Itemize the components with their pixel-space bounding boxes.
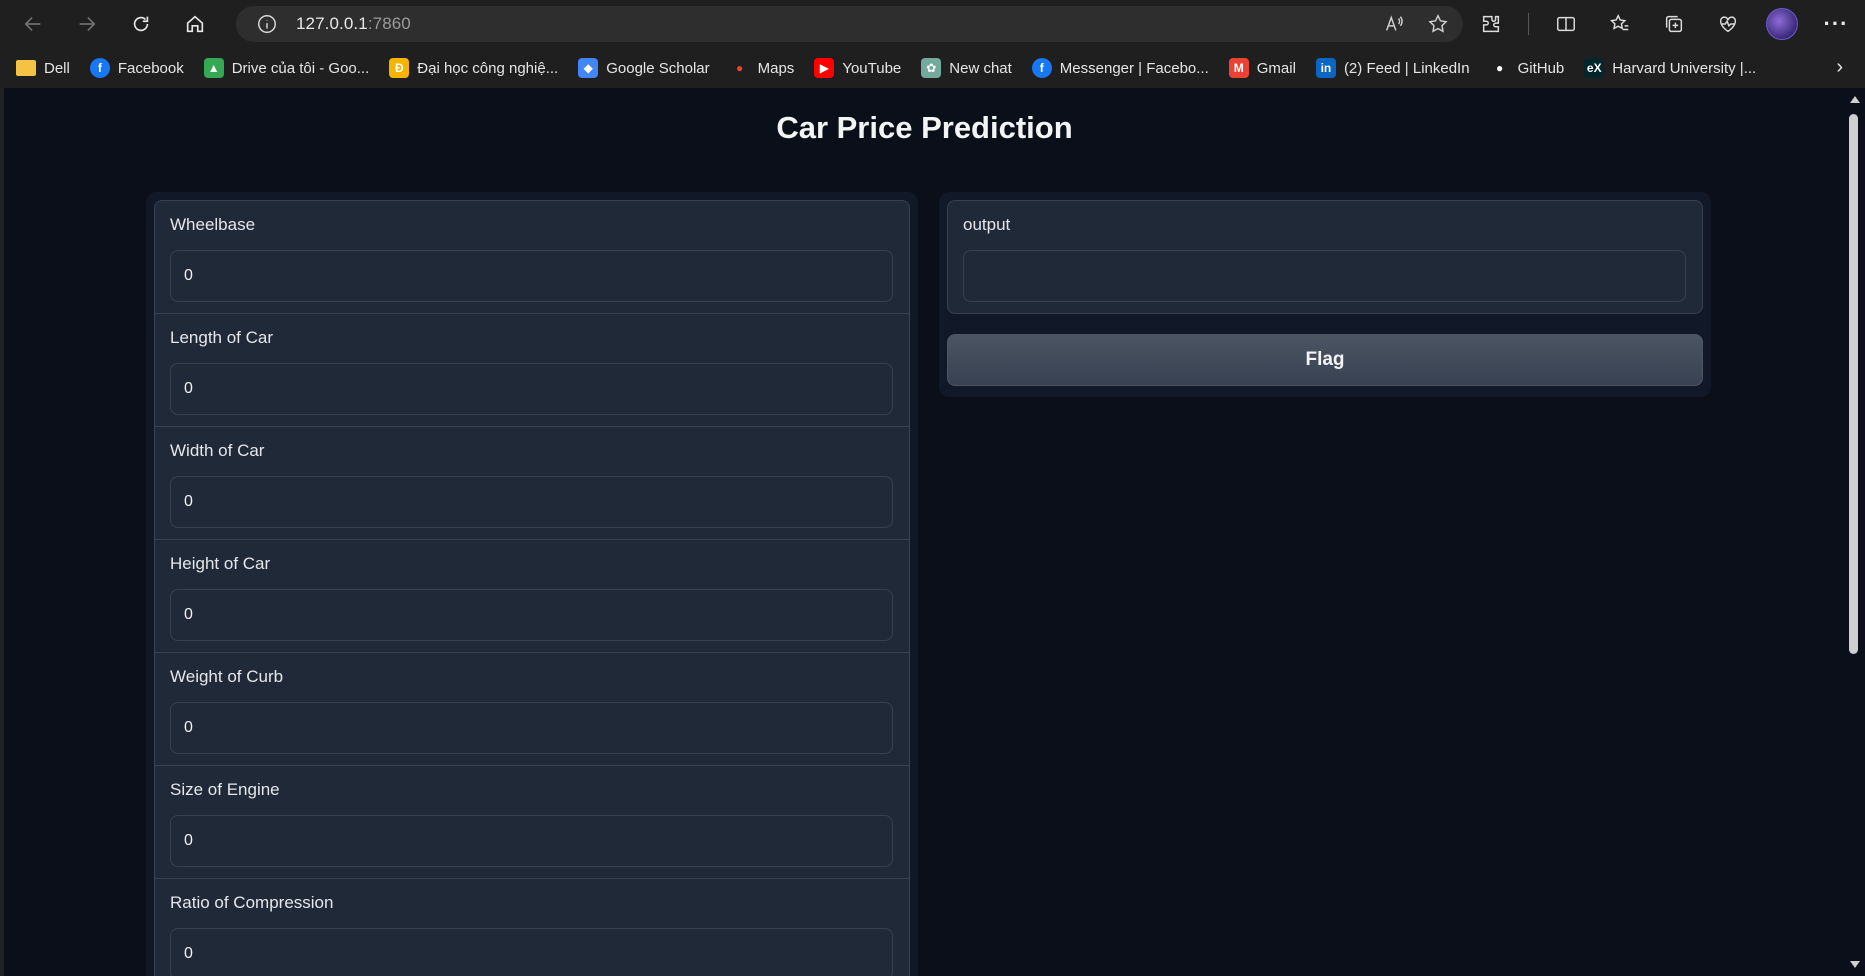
bookmark-item[interactable]: ✿ New chat	[921, 58, 1012, 78]
browser-essentials-icon[interactable]	[1711, 13, 1745, 35]
bookmark-label: Gmail	[1256, 59, 1296, 77]
edx-icon: eX	[1584, 58, 1605, 78]
bookmark-item[interactable]: f Facebook	[89, 58, 184, 78]
number-input[interactable]	[170, 250, 893, 302]
bookmark-item[interactable]: Đ Đại học công nghiệ...	[389, 58, 558, 78]
output-label: output	[963, 215, 1011, 234]
page-viewport: Car Price Prediction Wheelbase Length of …	[4, 88, 1845, 976]
number-field: Wheelbase	[154, 200, 910, 313]
home-icon[interactable]	[174, 3, 216, 45]
bookmark-label: (2) Feed | LinkedIn	[1343, 59, 1470, 77]
scrollbar-thumb[interactable]	[1849, 114, 1858, 654]
bookmark-item[interactable]: eX Harvard University |...	[1584, 58, 1756, 78]
inputs-panel: Wheelbase Length of Car Width of Car Height…	[146, 192, 918, 976]
scrollbar[interactable]	[1845, 88, 1865, 976]
youtube-icon: ▶	[814, 58, 835, 78]
bookmark-item[interactable]: Dell	[16, 60, 70, 77]
bookmark-label: GitHub	[1517, 59, 1565, 77]
outputs-panel: output Flag	[939, 192, 1711, 397]
collections-icon[interactable]	[1657, 13, 1691, 35]
read-aloud-icon[interactable]	[1383, 13, 1405, 35]
bookmark-label: Harvard University |...	[1612, 59, 1757, 77]
bookmark-item[interactable]: M Gmail	[1228, 58, 1296, 78]
number-input[interactable]	[170, 928, 893, 976]
field-label: Width of Car	[170, 441, 265, 460]
more-options-icon[interactable]: ···	[1819, 11, 1853, 37]
number-field: Weight of Curb	[154, 652, 910, 765]
field-label: Size of Engine	[170, 780, 280, 799]
scroll-up-icon[interactable]	[1850, 96, 1860, 103]
number-input[interactable]	[170, 363, 893, 415]
number-field: Length of Car	[154, 313, 910, 426]
folder-icon	[16, 60, 36, 76]
number-field: Width of Car	[154, 426, 910, 539]
bookmark-item[interactable]: ▲ Drive của tôi - Goo...	[203, 58, 370, 78]
bookmarks-bar: Dell f Facebook ▲ Drive của tôi - Goo... Đ Đại…	[0, 48, 1865, 88]
number-input[interactable]	[170, 815, 893, 867]
number-input[interactable]	[170, 476, 893, 528]
maps-icon: ●	[736, 61, 744, 75]
output-textbox[interactable]	[963, 250, 1686, 302]
bookmark-label: Dell	[44, 59, 70, 77]
bookmark-item[interactable]: in (2) Feed | LinkedIn	[1315, 58, 1470, 78]
field-label: Length of Car	[170, 328, 274, 347]
url-text[interactable]: 127.0.0.1:7860	[296, 14, 411, 34]
university-icon: Đ	[389, 58, 410, 78]
field-label: Ratio of Compression	[170, 893, 334, 912]
facebook-icon: f	[1031, 58, 1052, 78]
bookmark-label: Google Scholar	[606, 59, 710, 77]
address-bar[interactable]: 127.0.0.1:7860	[236, 6, 1463, 42]
bookmark-label: Drive của tôi - Goo...	[231, 59, 370, 77]
linkedin-icon: in	[1315, 58, 1336, 78]
flag-button[interactable]: Flag	[947, 334, 1703, 386]
google-drive-icon: ▲	[203, 58, 224, 78]
site-info-icon[interactable]	[256, 13, 278, 35]
bookmark-label: Maps	[757, 59, 795, 77]
number-field: Ratio of Compression	[154, 878, 910, 976]
bookmark-item[interactable]: ◆ Google Scholar	[578, 58, 710, 78]
bookmark-label: Messenger | Facebo...	[1059, 59, 1209, 77]
favorite-star-icon[interactable]	[1427, 13, 1449, 35]
bookmark-label: Facebook	[117, 59, 184, 77]
toolbar-separator	[1528, 13, 1529, 35]
output-field: output	[947, 200, 1703, 314]
profile-avatar[interactable]	[1765, 8, 1799, 40]
bookmark-label: Đại học công nghiệ...	[417, 59, 559, 77]
extensions-icon[interactable]	[1474, 13, 1508, 35]
refresh-icon[interactable]	[120, 3, 162, 45]
github-icon: ●	[1495, 61, 1504, 75]
bookmark-label: New chat	[949, 59, 1012, 77]
split-screen-icon[interactable]	[1549, 13, 1583, 35]
number-input[interactable]	[170, 589, 893, 641]
field-label: Weight of Curb	[170, 667, 284, 686]
bookmarks-overflow-chevron-icon[interactable]: ›	[1836, 56, 1843, 79]
google-scholar-icon: ◆	[578, 58, 599, 78]
number-field: Size of Engine	[154, 765, 910, 878]
number-field: Height of Car	[154, 539, 910, 652]
scroll-down-icon[interactable]	[1850, 961, 1860, 968]
favorites-icon[interactable]	[1603, 13, 1637, 35]
forward-arrow-icon[interactable]	[66, 3, 108, 45]
back-arrow-icon[interactable]	[12, 3, 54, 45]
number-input[interactable]	[170, 702, 893, 754]
chatgpt-icon: ✿	[921, 58, 942, 78]
page-title: Car Price Prediction	[776, 110, 1073, 145]
bookmark-item[interactable]: ● Maps	[730, 58, 795, 78]
bookmark-item[interactable]: f Messenger | Facebo...	[1031, 58, 1209, 78]
field-label: Height of Car	[170, 554, 271, 573]
browser-toolbar: 127.0.0.1:7860 ···	[0, 0, 1865, 48]
bookmark-label: YouTube	[842, 59, 902, 77]
bookmark-item[interactable]: ▶ YouTube	[814, 58, 901, 78]
bookmark-item[interactable]: ● GitHub	[1490, 58, 1565, 78]
gmail-icon: M	[1228, 58, 1249, 78]
facebook-icon: f	[89, 58, 110, 78]
field-label: Wheelbase	[170, 215, 256, 234]
